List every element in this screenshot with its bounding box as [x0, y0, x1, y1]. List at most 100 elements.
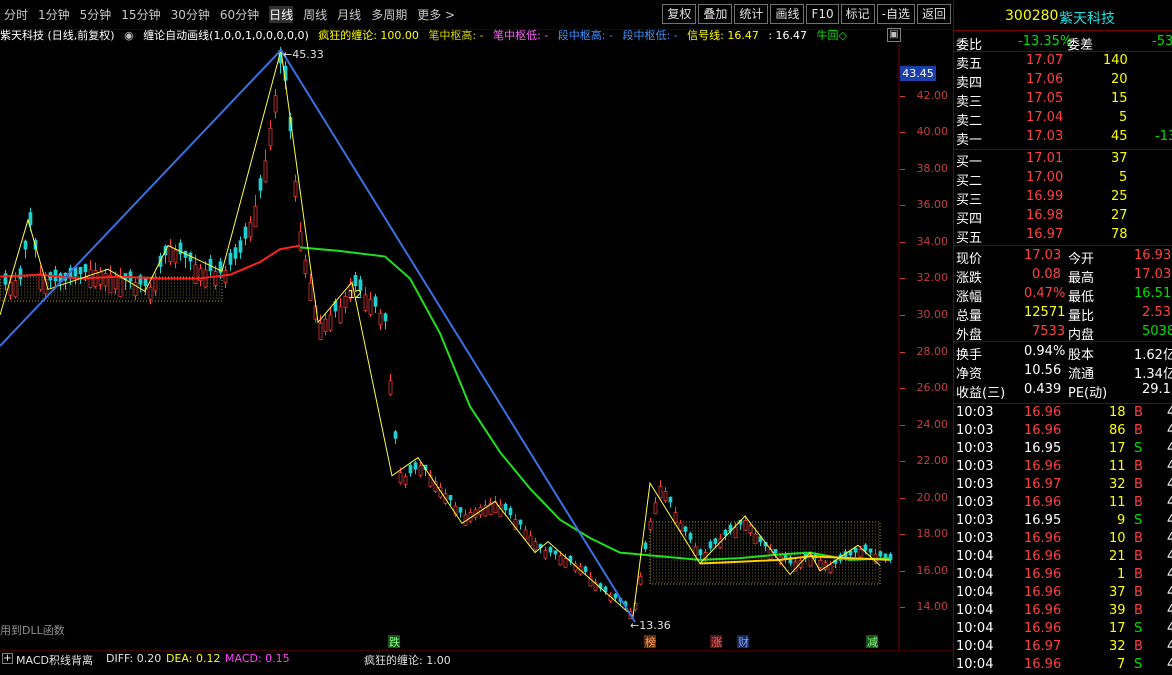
- action-button-5[interactable]: 标记: [840, 4, 875, 24]
- tick-side: B: [1134, 639, 1143, 654]
- stat-row: 现价 17.03 今开 16.93: [954, 247, 1172, 267]
- tick-time: 10:03: [956, 531, 994, 546]
- action-button-2[interactable]: 统计: [734, 4, 769, 24]
- tick-row: 10:03 16.97 32 B 4: [954, 476, 1172, 495]
- period-tab-3[interactable]: 15分钟: [121, 6, 160, 23]
- tick-price: 16.96: [1024, 621, 1062, 636]
- stat-label: 今开: [1068, 252, 1095, 267]
- macd-dea: DEA: 0.12: [166, 652, 221, 665]
- action-button-6[interactable]: -自选: [876, 4, 915, 24]
- macd-diff: DIFF: 0.20: [106, 652, 162, 665]
- chanlun-value: 疯狂的缠论: 1.00: [364, 654, 451, 667]
- tick-row: 10:03 16.96 86 B 4: [954, 422, 1172, 441]
- period-tab-2[interactable]: 5分钟: [80, 6, 112, 23]
- stock-title[interactable]: 紫天科技 (日线,前复权): [0, 29, 115, 42]
- stat-label: 涨跌: [956, 271, 983, 286]
- chart-settings-icon[interactable]: ▣: [887, 28, 901, 42]
- ask-change: -13: [1155, 129, 1172, 144]
- tick-price: 16.96: [1024, 531, 1062, 546]
- mark-12-label: 12: [348, 288, 362, 301]
- period-tab-1[interactable]: 1分钟: [38, 6, 70, 23]
- tick-volume: 37: [1109, 585, 1126, 600]
- period-tab-9[interactable]: 多周期: [371, 6, 407, 23]
- tick-time: 10:03: [956, 405, 994, 420]
- tick-volume: 17: [1109, 621, 1126, 636]
- collapse-icon[interactable]: +: [2, 653, 13, 664]
- action-button-3[interactable]: 画线: [770, 4, 805, 24]
- tick-row: 10:04 16.96 37 B 4: [954, 584, 1172, 603]
- quote-header: 300280 紫天科技: [954, 7, 1172, 29]
- price-tick: 40.00: [916, 125, 949, 139]
- stat-row: 总量 12571 量比 2.53: [954, 304, 1172, 324]
- price-tick: 24.00: [916, 417, 949, 431]
- tick-count: 4: [1167, 531, 1172, 546]
- period-tab-5[interactable]: 60分钟: [220, 6, 259, 23]
- tick-volume: 11: [1109, 495, 1126, 510]
- tick-volume: 1: [1117, 567, 1126, 582]
- bid-row: 买五 16.97 78: [954, 226, 1172, 246]
- action-button-0[interactable]: 复权: [662, 4, 697, 24]
- period-tabs: 分时 1分钟 5分钟 15分钟 30分钟 60分钟 日线 周线 月线 多周期 更多 >: [4, 6, 455, 23]
- tick-price: 16.96: [1024, 657, 1062, 672]
- indicator-signal2: : 16.47: [768, 29, 808, 42]
- kline-chart[interactable]: ←45.33 ←13.36 12 用到DLL函数 跌 榜 涨 财 减: [0, 44, 900, 650]
- tick-side: S: [1134, 513, 1143, 528]
- period-tab-6[interactable]: 日线: [269, 6, 294, 23]
- tick-time: 10:03: [956, 441, 994, 456]
- ask-label: 卖二: [956, 114, 983, 129]
- action-button-7[interactable]: 返回: [916, 4, 951, 24]
- tick-side: S: [1134, 657, 1143, 672]
- tick-side: B: [1134, 549, 1143, 564]
- tick-time: 10:04: [956, 621, 994, 636]
- high-label: ←45.33: [283, 48, 324, 61]
- tick-row: 10:03 16.96 11 B 4: [954, 494, 1172, 513]
- stat-label: 最高: [1068, 271, 1095, 286]
- signal-die: 跌: [389, 635, 400, 649]
- tick-volume: 32: [1109, 639, 1126, 654]
- tick-volume: 10: [1109, 531, 1126, 546]
- ask-price: 17.04: [1026, 110, 1064, 125]
- tick-row: 10:04 16.96 7 S 4: [954, 656, 1172, 675]
- dropdown-icon[interactable]: ◉: [124, 29, 134, 42]
- period-tab-7[interactable]: 周线: [303, 6, 327, 23]
- tick-side: B: [1134, 459, 1143, 474]
- period-tab-8[interactable]: 月线: [337, 6, 361, 23]
- fin-label: PE(动): [1068, 386, 1108, 401]
- low-label: ←13.36: [630, 619, 671, 632]
- ask-volume: 5: [1119, 110, 1128, 125]
- tick-time: 10:03: [956, 495, 994, 510]
- quote-panel: 300280 紫天科技 委比 -13.35% 委差 -53 卖五 17.07 140…: [953, 0, 1172, 672]
- price-tick: 14.00: [916, 600, 949, 614]
- indicator-niuhui: 牛回◇: [816, 29, 847, 42]
- period-tab-0[interactable]: 分时: [4, 6, 28, 23]
- bid-volume: 25: [1111, 189, 1128, 204]
- tick-time: 10:04: [956, 603, 994, 618]
- tick-count: 4: [1167, 477, 1172, 492]
- stat-value: 16.51: [1134, 286, 1172, 301]
- bid-volume: 27: [1111, 208, 1128, 223]
- price-tick: 22.00: [916, 454, 949, 468]
- tick-volume: 39: [1109, 603, 1126, 618]
- formula-name[interactable]: 缠论自动画线(1,0,0,1,0,0,0,0,0): [143, 29, 309, 42]
- period-tab-4[interactable]: 30分钟: [171, 6, 210, 23]
- price-tick: 16.00: [916, 563, 949, 577]
- tick-price: 16.95: [1024, 513, 1062, 528]
- bid-row: 买三 16.99 25: [954, 188, 1172, 208]
- bid-price: 16.98: [1026, 208, 1064, 223]
- tick-volume: 11: [1109, 459, 1126, 474]
- fin-value: 1.62亿: [1134, 348, 1172, 363]
- action-button-4[interactable]: F10: [806, 4, 839, 24]
- action-button-1[interactable]: 叠加: [698, 4, 733, 24]
- bid-volume: 37: [1111, 151, 1128, 166]
- price-tick: 30.00: [916, 308, 949, 321]
- sub-indicator-bar: + MACD积线背离 DIFF: 0.20 DEA: 0.12 MACD: 0.…: [0, 650, 953, 668]
- macd-name[interactable]: MACD积线背离: [16, 652, 93, 668]
- stat-row: 涨幅 0.47% 最低 16.51: [954, 285, 1172, 305]
- tick-side: B: [1134, 585, 1143, 600]
- tick-price: 16.96: [1024, 423, 1062, 438]
- price-tick: 26.00: [916, 381, 949, 395]
- tick-time: 10:03: [956, 513, 994, 528]
- period-tab-10[interactable]: 更多 >: [417, 6, 455, 23]
- tick-count: 4: [1167, 513, 1172, 528]
- stat-label: 涨幅: [956, 290, 983, 305]
